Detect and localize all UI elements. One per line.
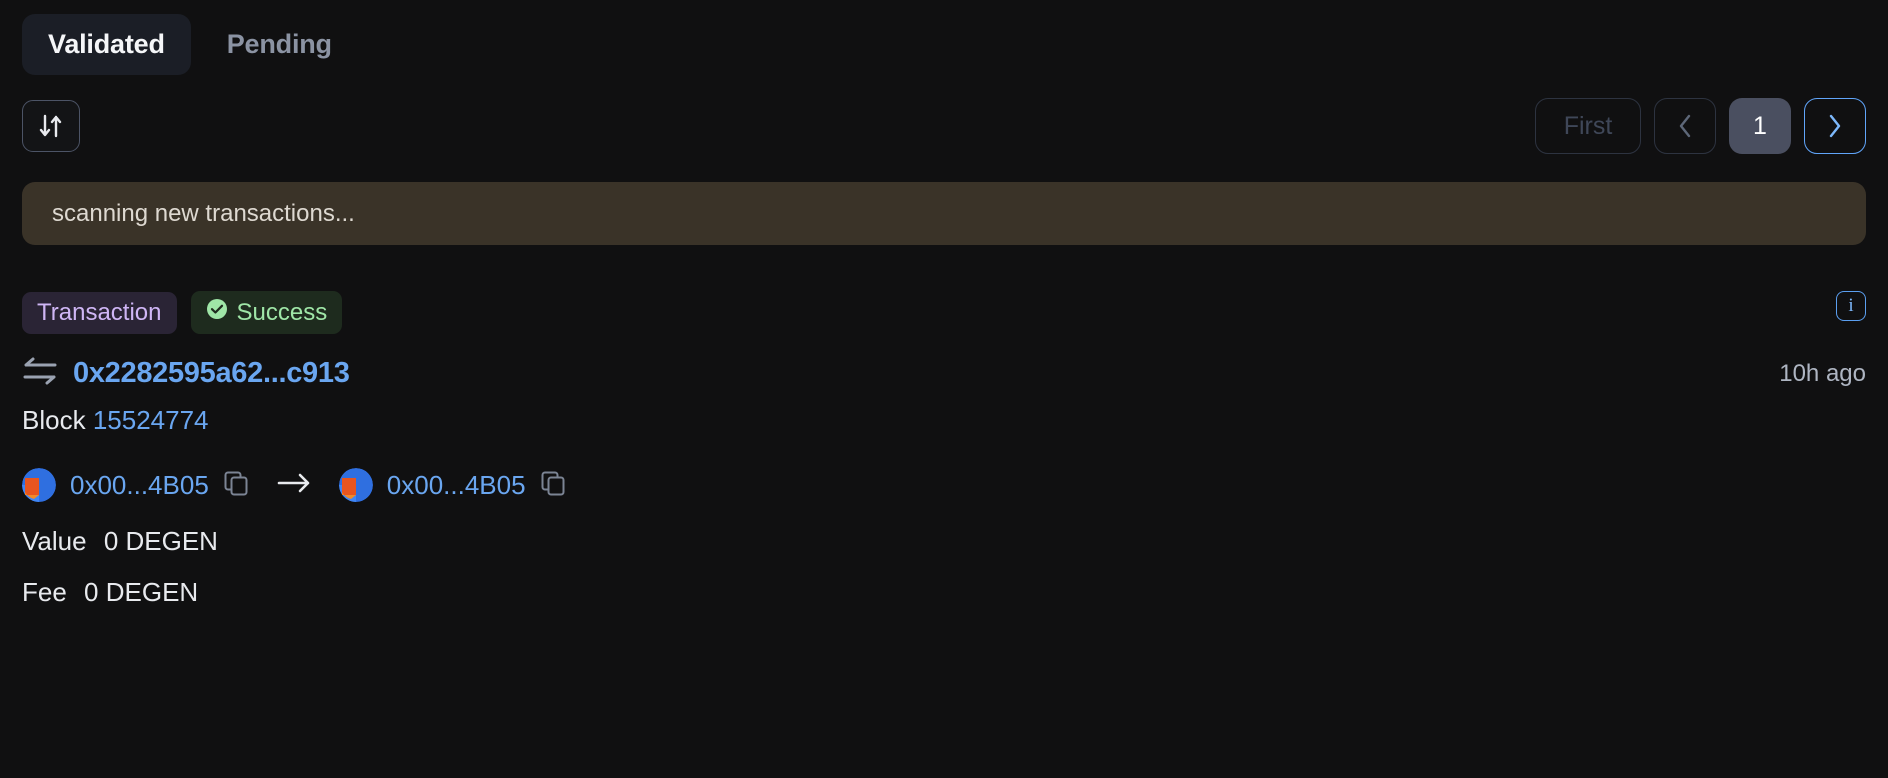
scanning-banner: scanning new transactions...	[22, 182, 1866, 245]
chevron-right-icon	[1826, 113, 1844, 139]
transaction-hash-link[interactable]: 0x2282595a62...c913	[73, 357, 350, 390]
transaction-status-label: Success	[236, 298, 328, 326]
tab-pending-label: Pending	[226, 28, 332, 59]
pagination-page-label: 1	[1753, 111, 1767, 140]
pagination-prev-button[interactable]	[1654, 98, 1716, 154]
copy-icon-to[interactable]	[540, 470, 566, 501]
transaction-block-row: Block 15524774	[22, 405, 1866, 436]
block-number-link[interactable]: 15524774	[93, 405, 209, 435]
transaction-timestamp: 10h ago	[1779, 359, 1866, 387]
sort-button[interactable]	[22, 100, 80, 152]
scanning-banner-text: scanning new transactions...	[52, 199, 355, 227]
to-avatar	[338, 468, 373, 502]
pagination-page-1[interactable]: 1	[1729, 98, 1791, 154]
tab-pending[interactable]: Pending	[201, 14, 358, 75]
check-circle-icon	[206, 298, 228, 327]
from-avatar	[22, 468, 56, 502]
info-icon[interactable]: i	[1836, 291, 1866, 321]
to-address-link[interactable]: 0x00...4B05	[387, 470, 526, 501]
info-icon-glyph: i	[1848, 295, 1854, 316]
transactions-page: Validated Pending First 1 scanning new t…	[0, 0, 1888, 778]
pagination-next-button[interactable]	[1804, 98, 1866, 154]
transaction-hash-row: 0x2282595a62...c913 10h ago	[22, 356, 1866, 391]
pagination-first-button[interactable]: First	[1535, 98, 1641, 154]
value-amount: 0 DEGEN	[103, 526, 218, 556]
pagination: First 1	[1535, 98, 1866, 154]
pagination-first-label: First	[1563, 111, 1613, 140]
copy-icon-from[interactable]	[223, 470, 249, 501]
transaction-badges: Transaction Success	[22, 291, 1866, 334]
tab-bar: Validated Pending	[0, 0, 1888, 80]
from-address-link[interactable]: 0x00...4B05	[70, 470, 209, 501]
transaction-item: Transaction Success i 0x2282595a62...c91…	[0, 245, 1888, 608]
tab-validated-label: Validated	[48, 28, 165, 59]
fee-label: Fee	[22, 577, 67, 607]
transaction-fee-row: Fee 0 DEGEN	[22, 577, 1866, 608]
swap-arrows-icon	[22, 356, 58, 391]
transaction-type-label: Transaction	[37, 298, 162, 326]
chevron-left-icon	[1676, 113, 1694, 139]
fee-amount: 0 DEGEN	[84, 577, 199, 607]
toolbar: First 1	[0, 80, 1888, 172]
transaction-type-badge: Transaction	[22, 291, 177, 334]
tab-validated[interactable]: Validated	[22, 13, 191, 75]
sort-arrows-icon	[38, 112, 64, 140]
value-label: Value	[22, 526, 87, 556]
transaction-value-row: Value 0 DEGEN	[22, 526, 1866, 557]
block-label: Block	[22, 405, 86, 435]
transaction-status-badge: Success	[190, 291, 343, 334]
transaction-address-row: 0x00...4B05 0x00...4B05	[22, 468, 1866, 502]
arrow-right-icon	[277, 471, 311, 500]
